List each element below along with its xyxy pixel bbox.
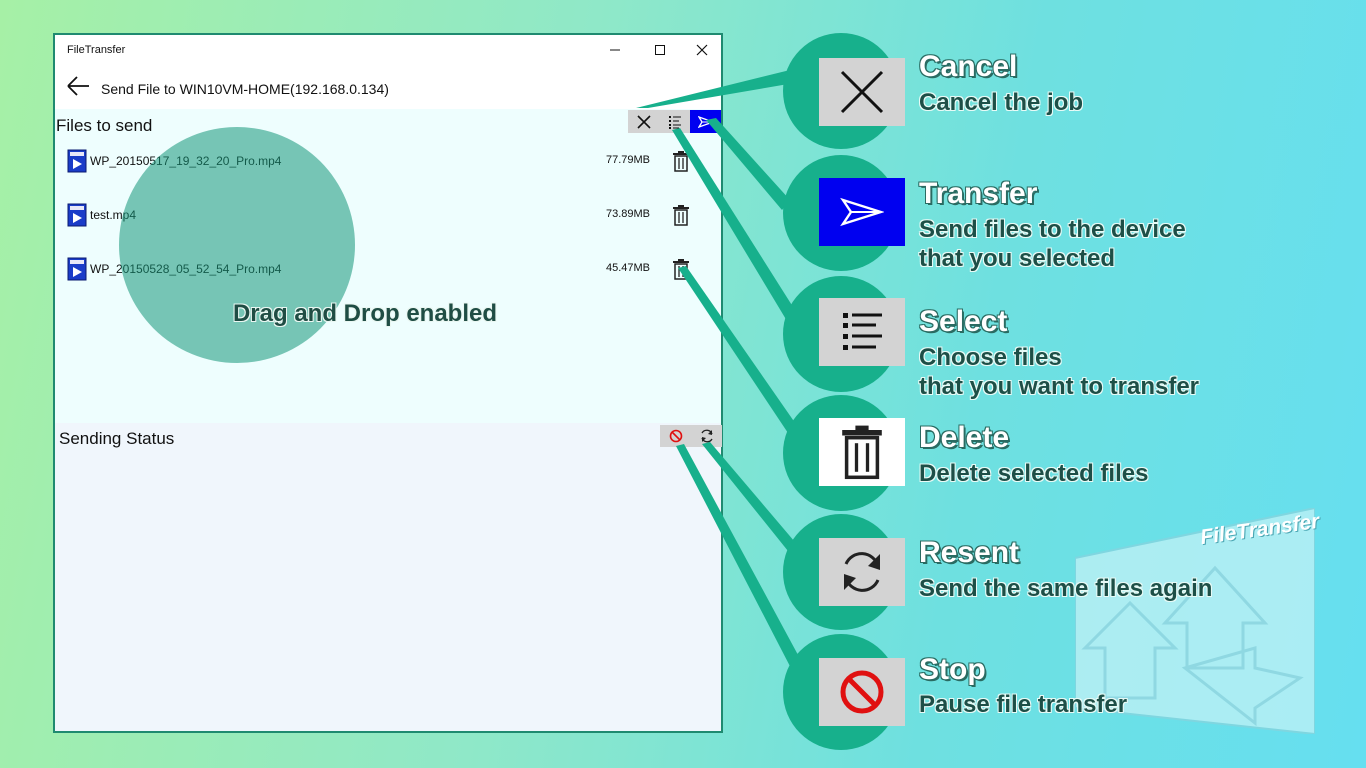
trash-icon: [842, 425, 882, 480]
cancel-button[interactable]: [628, 110, 659, 133]
files-toolbar: [628, 110, 721, 133]
cancel-x-icon: [636, 114, 651, 129]
legend-transfer-desc-2: that you selected: [919, 245, 1116, 272]
select-button[interactable]: [659, 110, 690, 133]
video-file-icon: [67, 203, 87, 227]
back-button[interactable]: [65, 73, 93, 99]
select-list-icon: [668, 115, 681, 129]
trash-icon[interactable]: [671, 150, 691, 172]
legend-delete-box: [819, 418, 905, 486]
drag-drop-label: Drag and Drop enabled: [232, 300, 498, 327]
maximize-icon: [655, 45, 665, 55]
page-header: Send File to WIN10VM-HOME(192.168.0.134): [55, 65, 721, 109]
status-toolbar: [660, 425, 722, 447]
maximize-button[interactable]: [640, 37, 680, 63]
file-size: 73.89MB: [605, 208, 650, 220]
trash-icon[interactable]: [671, 258, 691, 280]
legend-stop-title: Stop: [919, 653, 986, 686]
select-list-icon: [843, 313, 882, 350]
stop-icon: [669, 429, 682, 443]
app-title: FileTransfer: [67, 44, 126, 56]
trash-icon[interactable]: [671, 204, 691, 226]
send-arrow-icon: [840, 197, 884, 227]
back-arrow-icon: [67, 76, 89, 96]
close-icon: [696, 44, 708, 56]
stop-button[interactable]: [660, 425, 691, 447]
minimize-button[interactable]: [595, 37, 635, 63]
legend-resent-desc: Send the same files again: [919, 575, 1213, 602]
legend-select-box: [819, 298, 905, 366]
status-panel: Sending Status: [55, 423, 722, 731]
video-file-icon: [67, 149, 87, 173]
close-window-button[interactable]: [682, 37, 722, 63]
stop-icon: [840, 670, 884, 714]
legend-cancel-desc: Cancel the job: [919, 89, 1084, 116]
legend-delete-title: Delete: [919, 421, 1010, 454]
legend-cancel-title: Cancel: [919, 50, 1018, 83]
refresh-icon: [844, 552, 880, 592]
status-section-title: Sending Status: [59, 429, 175, 448]
legend-select-desc-2: that you want to transfer: [919, 373, 1200, 400]
legend-stop-box: [819, 658, 905, 726]
title-bar: FileTransfer: [55, 35, 721, 65]
legend-transfer-desc-1: Send files to the device: [919, 216, 1186, 243]
minimize-icon: [610, 49, 620, 51]
cancel-x-icon: [840, 70, 884, 114]
file-size: 45.47MB: [605, 262, 650, 274]
legend-transfer-box: [819, 178, 905, 246]
files-section-title: Files to send: [56, 116, 153, 135]
resend-button[interactable]: [691, 425, 722, 447]
legend-select-title: Select: [919, 305, 1008, 338]
page-title: Send File to WIN10VM-HOME(192.168.0.134): [101, 81, 389, 97]
legend-resent-box: [819, 538, 905, 606]
video-file-icon: [67, 257, 87, 281]
legend-transfer-title: Transfer: [919, 177, 1038, 210]
send-arrow-icon: [697, 115, 714, 128]
legend-stop-desc: Pause file transfer: [919, 691, 1128, 718]
legend-cancel-box: [819, 58, 905, 126]
legend-delete-desc: Delete selected files: [919, 460, 1149, 487]
file-size: 77.79MB: [605, 154, 650, 166]
transfer-button[interactable]: [690, 110, 721, 133]
legend-select-desc-1: Choose files: [919, 344, 1062, 371]
app-window: FileTransfer Send File to WIN10VM-HOME(1…: [53, 33, 723, 733]
legend-resent-title: Resent: [919, 536, 1020, 569]
refresh-icon: [700, 429, 713, 443]
